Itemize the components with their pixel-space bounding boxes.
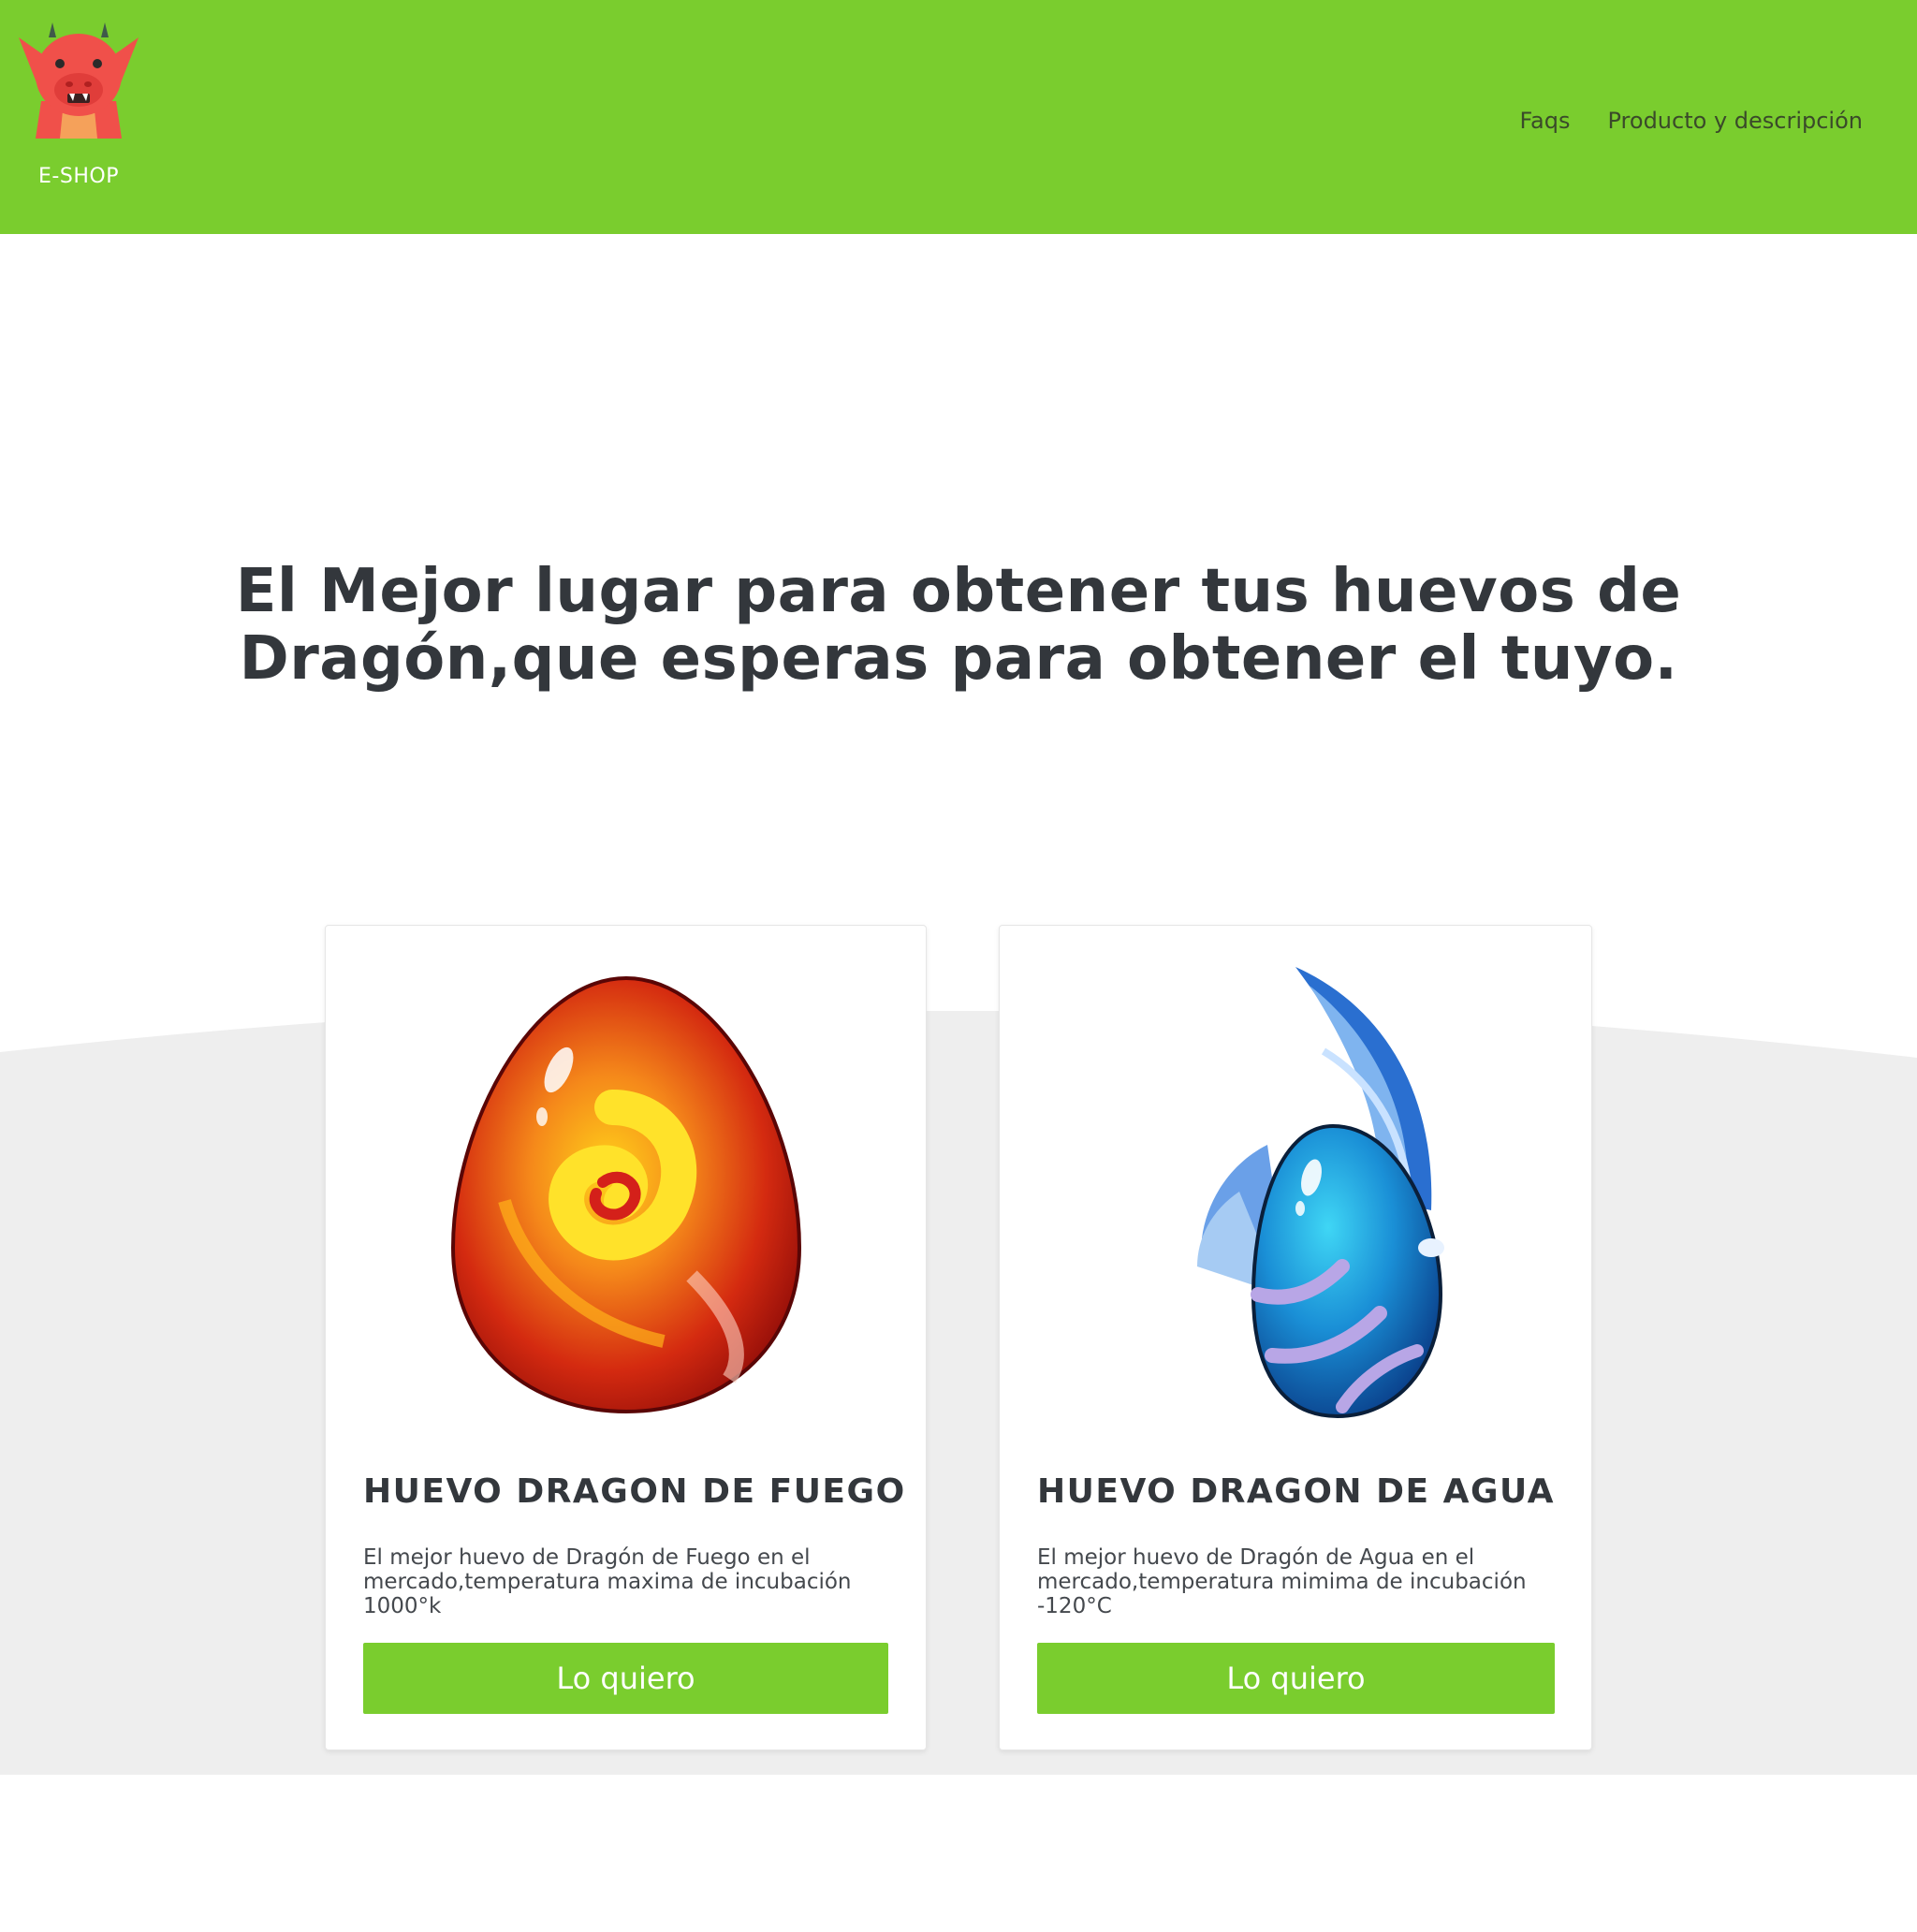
background-band: [0, 1000, 1917, 1775]
hero-title-line-1: El Mejor lugar para obtener tus huevos d…: [235, 557, 1682, 626]
hero-title: El Mejor lugar para obtener tus huevos d…: [0, 558, 1917, 693]
water-dragon-egg-icon: [1000, 967, 1591, 1422]
main-nav: Faqs Producto y descripción: [1519, 108, 1863, 134]
buy-button-water[interactable]: Lo quiero: [1037, 1643, 1555, 1714]
product-card-fire: HUEVO DRAGON DE FUEGO El mejor huevo de …: [325, 925, 927, 1750]
product-card-water: HUEVO DRAGON DE AGUA El mejor huevo de D…: [999, 925, 1592, 1750]
product-description: El mejor huevo de Dragón de Agua en el m…: [1037, 1545, 1527, 1618]
buy-button-fire[interactable]: Lo quiero: [363, 1643, 888, 1714]
fire-dragon-egg-icon: [326, 967, 926, 1422]
nav-link-faqs[interactable]: Faqs: [1519, 108, 1570, 134]
product-description: El mejor huevo de Dragón de Fuego en el …: [363, 1545, 852, 1618]
product-title: HUEVO DRAGON DE FUEGO: [363, 1472, 906, 1511]
site-header: E-SHOP Faqs Producto y descripción: [0, 0, 1917, 234]
product-title: HUEVO DRAGON DE AGUA: [1037, 1472, 1556, 1511]
brand-name[interactable]: E-SHOP: [26, 165, 131, 188]
dragon-logo-icon[interactable]: [17, 17, 140, 140]
nav-link-producto[interactable]: Producto y descripción: [1608, 108, 1864, 134]
hero-title-line-2: Dragón,que esperas para obtener el tuyo.: [239, 624, 1678, 694]
